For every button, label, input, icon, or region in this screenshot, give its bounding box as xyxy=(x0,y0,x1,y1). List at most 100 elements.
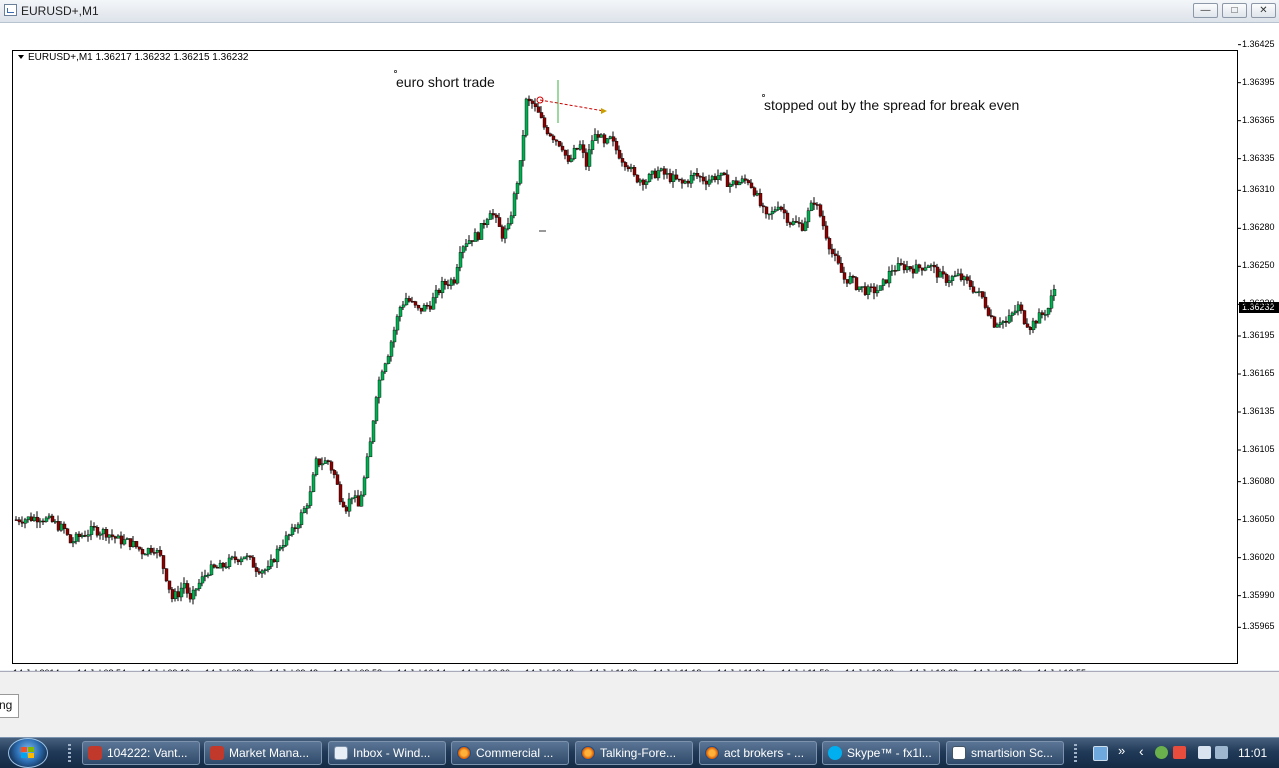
candle-body xyxy=(89,526,94,535)
candle-body xyxy=(1040,312,1045,315)
taskbar-grip[interactable] xyxy=(1074,744,1077,762)
candle-body xyxy=(962,276,967,281)
candle-body xyxy=(227,557,232,567)
candle-body xyxy=(185,583,190,594)
price-tick-label: 1.35965 xyxy=(1242,621,1275,632)
candle-body xyxy=(386,356,391,364)
candle-body xyxy=(638,179,643,183)
candle-body xyxy=(890,270,895,272)
candle-body xyxy=(275,548,280,563)
task-smartision[interactable]: smartision Sc... xyxy=(946,741,1064,765)
task-market-manager[interactable]: Market Mana... xyxy=(204,741,322,765)
candle-body xyxy=(98,533,103,536)
candle-body xyxy=(146,547,151,555)
candle-body xyxy=(794,221,799,223)
candle-body xyxy=(713,176,718,180)
candle-body xyxy=(590,140,595,150)
terminal-tab[interactable]: ng xyxy=(0,694,19,718)
candle-body xyxy=(509,215,514,224)
volume-icon[interactable] xyxy=(1215,746,1228,759)
candle-body xyxy=(68,534,73,544)
candle-body xyxy=(860,286,865,288)
price-tick-label: 1.36050 xyxy=(1242,513,1275,524)
candle-body xyxy=(440,281,445,294)
candle-body xyxy=(134,541,139,548)
candle-body xyxy=(803,221,808,231)
candle-body xyxy=(716,175,721,180)
taskbar: 104222: Vant... Market Mana... Inbox - W… xyxy=(0,737,1279,768)
candle-body xyxy=(902,264,907,271)
candle-body xyxy=(173,591,178,600)
candle-body xyxy=(782,209,787,214)
maximize-button[interactable]: □ xyxy=(1222,3,1247,18)
network-icon[interactable] xyxy=(1198,746,1211,759)
firefox-icon xyxy=(457,746,471,760)
candle-body xyxy=(629,167,634,170)
mail-icon xyxy=(334,746,348,760)
task-skype[interactable]: Skype™ - fx1l... xyxy=(822,741,940,765)
exit-marker[interactable] xyxy=(601,108,607,114)
minimize-button[interactable]: — xyxy=(1193,3,1218,18)
candle-body xyxy=(158,549,163,556)
price-tick-label: 1.36250 xyxy=(1242,260,1275,271)
candle-body xyxy=(770,211,775,215)
candle-body xyxy=(872,286,877,294)
toolbar-overflow-icon[interactable]: » xyxy=(1118,743,1125,758)
task-vantage[interactable]: 104222: Vant... xyxy=(82,741,200,765)
price-tick-label: 1.36280 xyxy=(1242,222,1275,233)
trade-connector-line[interactable] xyxy=(539,99,605,112)
security-shield-icon[interactable] xyxy=(1155,746,1168,759)
trade-annotation[interactable]: euro short trade xyxy=(396,74,495,90)
candle-body xyxy=(470,240,475,242)
candle-body xyxy=(947,280,952,283)
task-label: smartision Sc... xyxy=(971,746,1054,760)
alert-icon[interactable] xyxy=(1173,746,1186,759)
candle-body xyxy=(446,284,451,286)
task-commercial[interactable]: Commercial ... xyxy=(451,741,569,765)
candle-body xyxy=(431,297,436,310)
candle-body xyxy=(128,538,133,547)
candle-body xyxy=(113,536,118,539)
candle-body xyxy=(389,341,394,357)
candle-body xyxy=(842,272,847,280)
candle-body xyxy=(395,316,400,331)
task-act-brokers[interactable]: act brokers - ... xyxy=(699,741,817,765)
candle-body xyxy=(359,494,364,507)
task-inbox[interactable]: Inbox - Wind... xyxy=(328,741,446,765)
candle-body xyxy=(314,458,319,476)
candle-body xyxy=(50,515,55,522)
price-tick-label: 1.36165 xyxy=(1242,368,1275,378)
candle-body xyxy=(272,559,277,563)
candle-body xyxy=(467,240,472,244)
candle-body xyxy=(32,516,37,521)
close-button[interactable]: ✕ xyxy=(1251,3,1276,18)
desktop-icon[interactable] xyxy=(1093,746,1108,761)
stop-annotation[interactable]: stopped out by the spread for break even xyxy=(764,97,1019,113)
collapse-triangle-icon[interactable] xyxy=(18,55,24,60)
candle-body xyxy=(482,223,487,225)
candle-body xyxy=(1013,310,1018,314)
trade-annotation-anchor[interactable] xyxy=(394,70,397,73)
task-talking-forex[interactable]: Talking-Fore... xyxy=(575,741,693,765)
candle-body xyxy=(536,106,541,113)
candle-body xyxy=(602,134,607,144)
candle-body xyxy=(881,279,886,286)
candle-body xyxy=(980,291,985,298)
start-button[interactable] xyxy=(8,738,48,768)
candle-body xyxy=(632,167,637,176)
candle-body xyxy=(941,271,946,275)
candle-body xyxy=(137,546,142,550)
candle-body xyxy=(554,139,559,142)
chart-window[interactable]: EURUSD+,M1 1.36217 1.36232 1.36215 1.362… xyxy=(0,23,1279,678)
window-titlebar[interactable]: EURUSD+,M1 — □ ✕ xyxy=(0,0,1279,23)
clock[interactable]: 11:01 xyxy=(1238,746,1267,760)
candlestick-chart[interactable] xyxy=(0,23,1279,670)
price-tick-label: 1.36310 xyxy=(1242,184,1275,195)
tray-expand-chevron-icon[interactable]: ‹ xyxy=(1139,743,1144,759)
candle-body xyxy=(965,276,970,281)
candle-body xyxy=(929,264,934,267)
candle-body xyxy=(1043,314,1048,316)
candle-body xyxy=(218,562,223,569)
taskbar-grip[interactable] xyxy=(68,744,71,762)
candle-body xyxy=(899,263,904,265)
